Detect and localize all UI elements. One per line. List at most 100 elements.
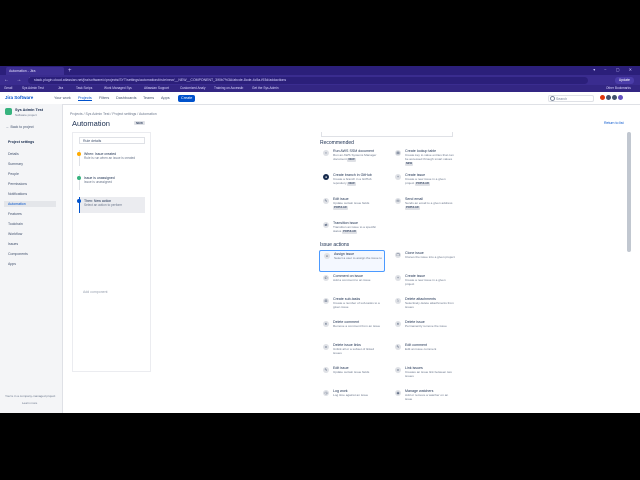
action-card-edit-issue-2[interactable]: ✎ Edit issue Update certain issue fields [319, 365, 385, 387]
bookmark-item[interactable]: Task Scrips [76, 85, 92, 92]
sidebar-item-issues[interactable]: Issues [8, 242, 18, 246]
nav-projects[interactable]: Projects [78, 96, 92, 101]
bookmark-item[interactable]: Gmail [4, 85, 12, 92]
sidebar-item-permissions[interactable]: Permissions [8, 182, 27, 186]
card-badge: POPULAR [415, 182, 430, 186]
card-desc: Create a new issue in a given project PO… [405, 177, 446, 186]
browser-tab[interactable]: Automation - Jira [6, 67, 64, 75]
project-name: Sys Admin Test [15, 107, 44, 112]
rule-name-input[interactable]: Rule details [79, 137, 145, 144]
card-desc: Transition an issue to a specific status… [333, 225, 377, 234]
search-input[interactable]: Search [548, 94, 594, 102]
sidebar: Sys Admin Test Software project ← Back t… [0, 104, 63, 413]
new-tab-icon[interactable]: + [68, 67, 72, 75]
sidebar-item-apps[interactable]: Apps [8, 262, 16, 266]
nav-apps[interactable]: Apps [161, 96, 170, 100]
avatar[interactable] [618, 95, 623, 100]
plus-icon: + [395, 275, 401, 281]
recommended-heading: Recommended [320, 140, 354, 146]
url-field[interactable]: stack.plugin.cloud.atlassian.net/jira/so… [28, 76, 588, 84]
bookmark-item[interactable]: Sys Admin Test [22, 85, 44, 92]
action-card-create-lookup-table[interactable]: ▤ Create lookup table Create key to valu… [391, 148, 457, 170]
action-card-run-aws-ssm[interactable]: ▪ Run AWS SSM document Run an AWS System… [319, 148, 385, 170]
card-badge: NEW [347, 158, 356, 162]
nav-teams[interactable]: Teams [143, 96, 154, 100]
action-card-manage-watchers[interactable]: ◉ Manage watchers Add or remove a watche… [391, 388, 457, 410]
nav-filters[interactable]: Filters [99, 96, 109, 100]
action-card-clone-issue[interactable]: ❐ Clone issue Clones the issue into a gi… [391, 250, 457, 272]
card-desc: Clones the issue into a given project [405, 255, 455, 259]
action-card-create-branch-github[interactable]: ● Create branch in GitHub Create a branc… [319, 172, 385, 194]
sidebar-item-workflow[interactable]: Workflow [8, 232, 22, 236]
card-desc: Permanently remove the issue [405, 324, 447, 328]
sidebar-item-features[interactable]: Features [8, 212, 22, 216]
action-card-link-issues[interactable]: ∞ Link issues Creates an issue link betw… [391, 365, 457, 387]
issue-actions-heading: Issue actions [320, 242, 350, 248]
help-icon[interactable] [606, 95, 611, 100]
action-card-delete-comment[interactable]: ✕ Delete comment Remove a comment from a… [319, 319, 385, 341]
card-desc: Sends an email to a given address POPULA… [405, 201, 453, 210]
paperclip-icon: ⌇ [395, 298, 401, 304]
card-desc: Run an AWS Systems Manager document NEW [333, 153, 377, 162]
card-desc: Add a comment to an issue [333, 278, 371, 282]
sidebar-item-components[interactable]: Components [8, 252, 28, 256]
action-card-create-issue[interactable]: + Create issue Create a new issue in a g… [391, 172, 457, 194]
action-card-delete-attachments[interactable]: ⌇ Delete attachments Selectively delete … [391, 296, 457, 318]
card-desc: Remove a comment from an issue [333, 324, 381, 328]
sidebar-item-details[interactable]: Details [8, 152, 19, 156]
trigger-step[interactable]: When: Issue created Rule is run when an … [77, 150, 145, 166]
email-icon: ✉ [395, 198, 401, 204]
bookmark-item[interactable]: Jira [58, 85, 63, 92]
jira-top-nav: Jira Software Your work Projects Filters… [0, 92, 640, 105]
sidebar-item-toolchain[interactable]: Toolchain [8, 222, 23, 226]
update-button[interactable]: Update [614, 76, 634, 84]
action-search-field[interactable] [321, 132, 453, 137]
action-card-delete-issue-links[interactable]: ∞ Delete issue links Unlink all or a sub… [319, 342, 385, 364]
nav-dashboards[interactable]: Dashboards [116, 96, 136, 100]
card-desc: Selectively delete attachments from issu… [405, 301, 454, 309]
card-badge: POPULAR [333, 206, 348, 210]
return-to-list-link[interactable]: Return to list [604, 121, 624, 125]
rule-panel: Rule details When: Issue created Rule is… [72, 132, 151, 372]
window-controls-icon[interactable]: ▾ − ▢ ✕ [593, 67, 636, 72]
action-card-transition-issue[interactable]: ⇄ Transition issue Transition an issue t… [319, 220, 385, 242]
action-card-assign-issue[interactable]: ☺ Assign issue Select a user to assign t… [319, 250, 385, 272]
pencil-icon: ✎ [323, 367, 329, 373]
eye-icon: ◉ [395, 390, 401, 396]
add-component-button[interactable]: Add component [83, 290, 108, 294]
bookmark-item[interactable]: Training on Accessib [214, 85, 243, 92]
sidebar-item-automation[interactable]: Automation [4, 201, 56, 207]
action-card-send-email[interactable]: ✉ Send email Sends an email to a given a… [391, 196, 457, 218]
sidebar-item-notifications[interactable]: Notifications [8, 192, 27, 196]
bookmark-item[interactable]: Other Bookmarks [606, 85, 631, 92]
action-card-create-issue-2[interactable]: + Create issue Create a new issue in a g… [391, 273, 457, 295]
gear-icon[interactable] [612, 95, 617, 100]
card-desc: Creates an issue link between two issues [405, 370, 452, 378]
page-scrollbar[interactable] [627, 132, 631, 252]
action-card-comment-on-issue[interactable]: ✆ Comment on issue Add a comment to an i… [319, 273, 385, 295]
bookmark-item[interactable]: Atlassian Support [144, 85, 169, 92]
notifications-icon[interactable] [600, 95, 605, 100]
sidebar-item-summary[interactable]: Summary [8, 162, 23, 166]
card-desc: Select a user to assign the issue to [334, 256, 382, 260]
create-button[interactable]: Create [178, 94, 196, 102]
action-card-create-sub-tasks[interactable]: ⊞ Create sub-tasks Create a number of su… [319, 296, 385, 318]
action-step[interactable]: Then: New action Select an action to per… [77, 197, 145, 213]
nav-your-work[interactable]: Your work [54, 96, 71, 100]
learn-more-link[interactable]: Learn more [22, 401, 37, 405]
action-card-edit-comment[interactable]: ✎ Edit comment Edit an issue comment [391, 342, 457, 364]
bookmark-item[interactable]: Work Managed Sys [104, 85, 132, 92]
bookmark-item[interactable]: Customized Analy [180, 85, 206, 92]
action-card-edit-issue[interactable]: ✎ Edit issue Update certain issue fields… [319, 196, 385, 218]
comment-icon: ✆ [323, 275, 329, 281]
action-card-delete-issue[interactable]: ✕ Delete issue Permanently remove the is… [391, 319, 457, 341]
action-card-log-work[interactable]: ◷ Log work Log time against an issue [319, 388, 385, 410]
back-to-project-link[interactable]: ← Back to project [6, 125, 34, 129]
jira-logo[interactable]: Jira Software [5, 95, 33, 100]
condition-icon [77, 176, 81, 180]
breadcrumb[interactable]: Projects / Sys Admin Test / Project sett… [70, 112, 157, 116]
sidebar-item-people[interactable]: People [8, 172, 19, 176]
clone-icon: ❐ [395, 252, 401, 258]
bookmark-item[interactable]: Get the Sys.Admin [252, 85, 279, 92]
condition-step[interactable]: Issue is unassigned Issue is unassigned [77, 174, 145, 190]
